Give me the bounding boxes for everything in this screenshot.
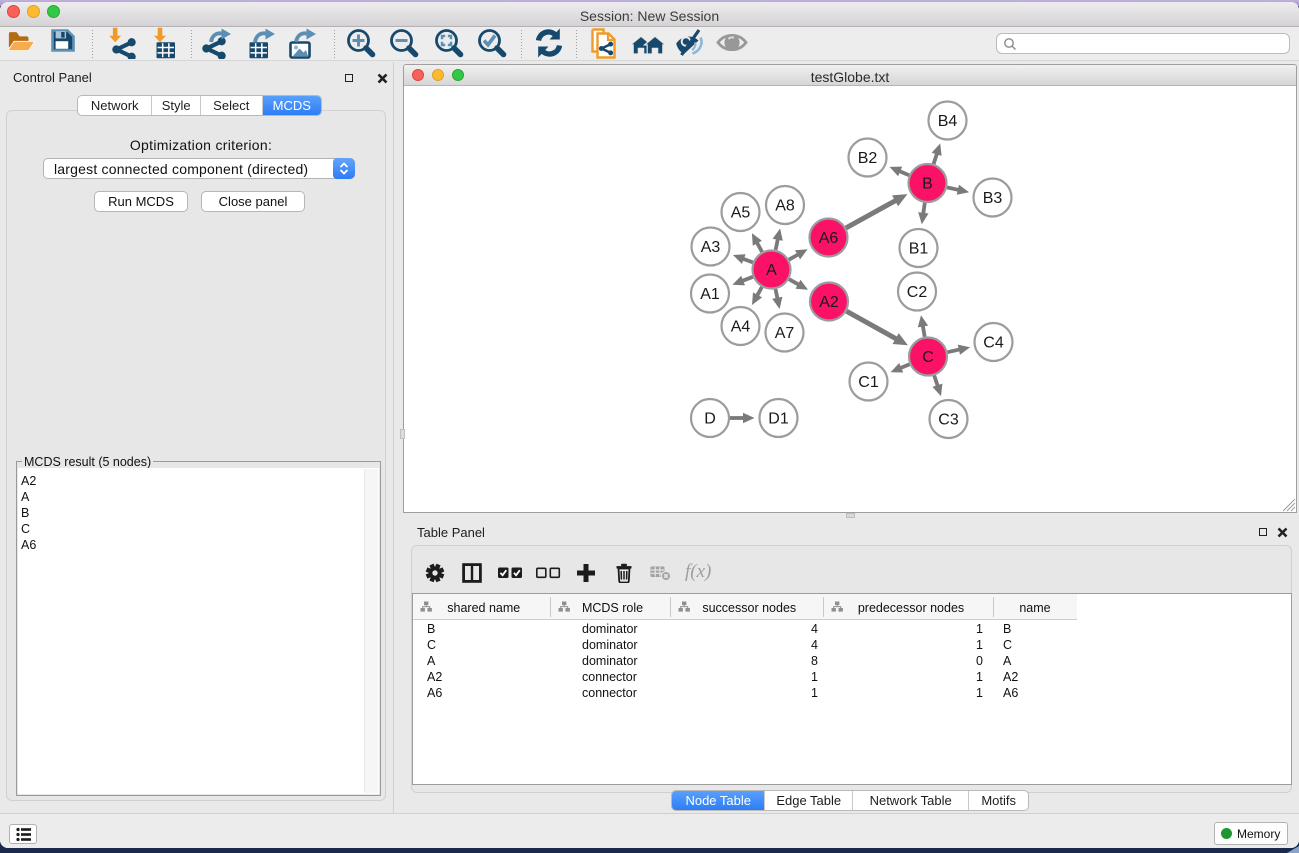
svg-text:B4: B4 [938,113,958,130]
svg-text:A: A [766,262,777,279]
svg-text:B3: B3 [983,190,1003,207]
svg-text:C4: C4 [983,335,1004,352]
svg-text:C: C [922,349,934,366]
svg-text:A1: A1 [700,286,720,303]
svg-text:B2: B2 [858,150,878,167]
svg-text:D: D [704,411,716,428]
svg-text:C2: C2 [907,284,928,301]
svg-text:A8: A8 [775,198,795,215]
svg-text:A3: A3 [701,239,721,256]
svg-text:C3: C3 [938,412,959,429]
svg-text:A2: A2 [819,294,839,311]
svg-text:A4: A4 [731,319,751,336]
svg-text:B1: B1 [909,241,929,258]
svg-text:A7: A7 [775,325,795,342]
svg-text:D1: D1 [768,411,789,428]
svg-text:B: B [922,176,933,193]
svg-text:A5: A5 [731,205,751,222]
svg-text:C1: C1 [858,374,879,391]
svg-text:A6: A6 [819,230,839,247]
